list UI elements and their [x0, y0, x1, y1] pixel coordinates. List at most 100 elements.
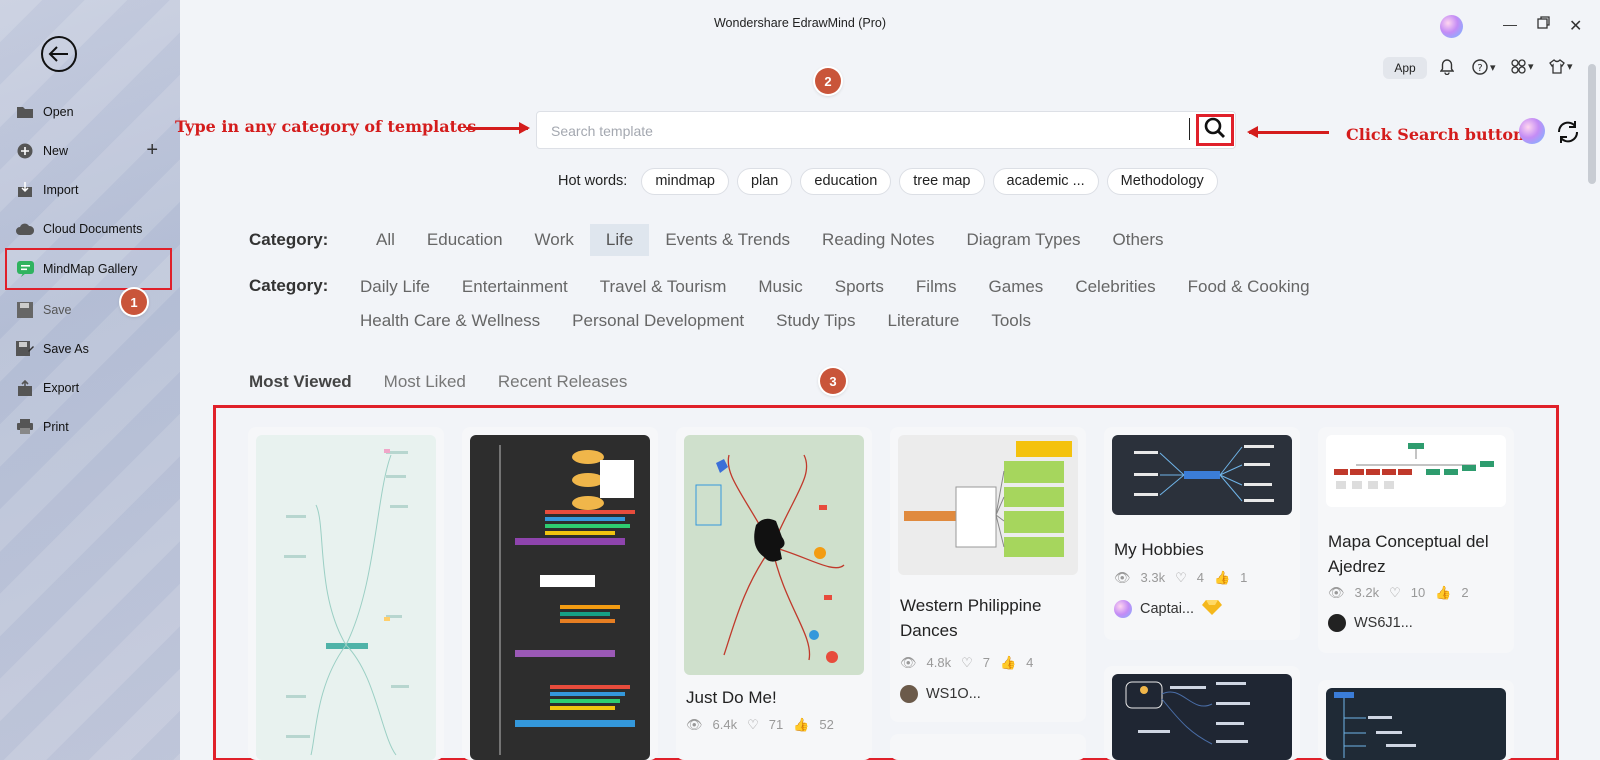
template-thumbnail	[1112, 674, 1292, 760]
app-button[interactable]: App	[1383, 57, 1427, 79]
annotation-arrow-right	[466, 122, 530, 133]
search-icon	[1204, 117, 1226, 144]
sidebar-item-print[interactable]: Print	[0, 407, 180, 446]
tab-recent-releases[interactable]: Recent Releases	[498, 372, 627, 392]
views-count: 6.4k	[712, 717, 738, 732]
back-arrow-icon[interactable]	[41, 36, 77, 72]
step-badge-3: 3	[820, 368, 846, 394]
subcategory-item[interactable]: Daily Life	[344, 276, 446, 298]
template-card[interactable]	[890, 734, 1086, 760]
category-work[interactable]: Work	[519, 224, 590, 256]
hot-word-chip[interactable]: education	[800, 167, 892, 195]
template-card[interactable]: Mapa Conceptual del Ajedrez 👁 3.2k ♡ 10 👍 2…	[1318, 427, 1514, 653]
sidebar-item-import[interactable]: Import	[0, 170, 180, 209]
sidebar-item-mindmap-gallery[interactable]: MindMap Gallery	[5, 248, 172, 290]
folder-icon	[16, 103, 34, 121]
restore-icon[interactable]	[1537, 16, 1550, 32]
hot-word-chip[interactable]: mindmap	[641, 167, 729, 195]
subcategory-item[interactable]: Tools	[975, 310, 1047, 332]
template-title: Mapa Conceptual del Ajedrez	[1328, 532, 1489, 576]
template-author[interactable]: Captai...	[1114, 599, 1222, 619]
click-hint-annotation: Click Search button	[1346, 125, 1525, 144]
close-icon[interactable]: ✕	[1569, 16, 1582, 36]
sidebar-item-cloud-documents[interactable]: Cloud Documents	[0, 209, 180, 248]
search-button[interactable]	[1196, 114, 1234, 146]
help-icon[interactable]: ? ▾	[1472, 59, 1496, 75]
category-diagram-types[interactable]: Diagram Types	[951, 224, 1097, 256]
search-input[interactable]	[551, 120, 1171, 142]
hot-word-chip[interactable]: Methodology	[1106, 167, 1218, 195]
refresh-icon[interactable]	[1555, 119, 1581, 150]
author-avatar	[1328, 614, 1346, 632]
bell-icon[interactable]	[1440, 59, 1454, 75]
subcategory-item[interactable]: Films	[900, 276, 973, 298]
template-card[interactable]	[1104, 666, 1300, 760]
sidebar-item-save-as[interactable]: Save As	[0, 329, 180, 368]
category-reading-notes[interactable]: Reading Notes	[806, 224, 950, 256]
template-author[interactable]: WS1O...	[900, 685, 981, 703]
likes-icon: ♡	[747, 717, 759, 732]
category-main-row: Category: All Education Work Life Events…	[249, 224, 1180, 256]
category-label: Category:	[249, 230, 329, 249]
views-icon: 👁	[1114, 570, 1131, 585]
user-avatar[interactable]	[1440, 15, 1463, 38]
template-card[interactable]: Just Do Me! 👁 6.4k ♡ 71 👍 52	[676, 427, 872, 760]
subcategory-list: Daily Life Entertainment Travel & Touris…	[344, 276, 1344, 332]
category-others[interactable]: Others	[1097, 224, 1180, 256]
subcategory-item[interactable]: Personal Development	[556, 310, 760, 332]
sidebar-item-label: Save As	[43, 341, 89, 356]
template-author[interactable]: WS6J1...	[1328, 614, 1413, 632]
shirt-theme-icon[interactable]: ▾	[1549, 59, 1573, 74]
subcategory-item[interactable]: Celebrities	[1059, 276, 1171, 298]
minimize-icon[interactable]: —	[1503, 16, 1517, 32]
category-life[interactable]: Life	[589, 224, 650, 256]
apps-grid-icon[interactable]: ▾	[1511, 59, 1534, 74]
sidebar-item-save[interactable]: Save	[0, 290, 180, 329]
sidebar-item-new[interactable]: New +	[0, 131, 180, 170]
category-all[interactable]: All	[360, 224, 411, 256]
category-education[interactable]: Education	[411, 224, 519, 256]
forks-count: 2	[1461, 585, 1469, 600]
sidebar-item-label: Print	[43, 419, 69, 434]
subcategory-item[interactable]: Travel & Tourism	[584, 276, 743, 298]
template-card[interactable]	[248, 427, 444, 760]
profile-avatar[interactable]	[1519, 118, 1545, 144]
template-card[interactable]	[1318, 680, 1514, 760]
hot-word-chip[interactable]: plan	[736, 167, 793, 195]
subcategory-item[interactable]: Sports	[819, 276, 900, 298]
subcategory-item[interactable]: Health Care & Wellness	[344, 310, 556, 332]
views-count: 4.8k	[926, 655, 952, 670]
likes-count: 4	[1196, 570, 1204, 585]
vertical-scrollbar[interactable]	[1588, 64, 1596, 184]
step-badge-2: 2	[815, 68, 841, 94]
template-stats: 👁 4.8k ♡ 7 👍 4	[900, 655, 1033, 671]
hot-word-chip[interactable]: tree map	[899, 167, 985, 195]
sidebar-item-open[interactable]: Open	[0, 92, 180, 131]
subcategory-item[interactable]: Literature	[872, 310, 976, 332]
tab-most-liked[interactable]: Most Liked	[384, 372, 466, 392]
template-stats: 👁 3.3k ♡ 4 👍 1	[1114, 570, 1247, 586]
sidebar-item-export[interactable]: Export	[0, 368, 180, 407]
likes-count: 71	[768, 717, 784, 732]
author-avatar	[1114, 600, 1132, 618]
subcategory-item[interactable]: Games	[973, 276, 1060, 298]
category-events-trends[interactable]: Events & Trends	[649, 224, 806, 256]
sidebar-item-label: Open	[43, 104, 74, 119]
forks-icon: 👍	[999, 655, 1017, 670]
annotation-arrow-left	[1247, 126, 1329, 137]
template-card[interactable]: My Hobbies 👁 3.3k ♡ 4 👍 1 Captai...	[1104, 427, 1300, 640]
template-card[interactable]	[462, 427, 658, 760]
svg-text:?: ?	[1477, 63, 1482, 74]
subcategory-item[interactable]: Food & Cooking	[1172, 276, 1326, 298]
template-thumbnail	[1112, 435, 1292, 515]
subcategory-item[interactable]: Music	[742, 276, 818, 298]
add-icon[interactable]: +	[146, 139, 158, 162]
hot-word-chip[interactable]: academic ...	[992, 167, 1099, 195]
template-card[interactable]: Western Philippine Dances 👁 4.8k ♡ 7 👍 4 WS…	[890, 427, 1086, 722]
author-name: Captai...	[1140, 601, 1194, 617]
tab-most-viewed[interactable]: Most Viewed	[249, 372, 352, 392]
views-icon: 👁	[686, 717, 703, 732]
subcategory-item[interactable]: Entertainment	[446, 276, 584, 298]
forks-icon: 👍	[793, 717, 810, 732]
subcategory-item[interactable]: Study Tips	[760, 310, 871, 332]
